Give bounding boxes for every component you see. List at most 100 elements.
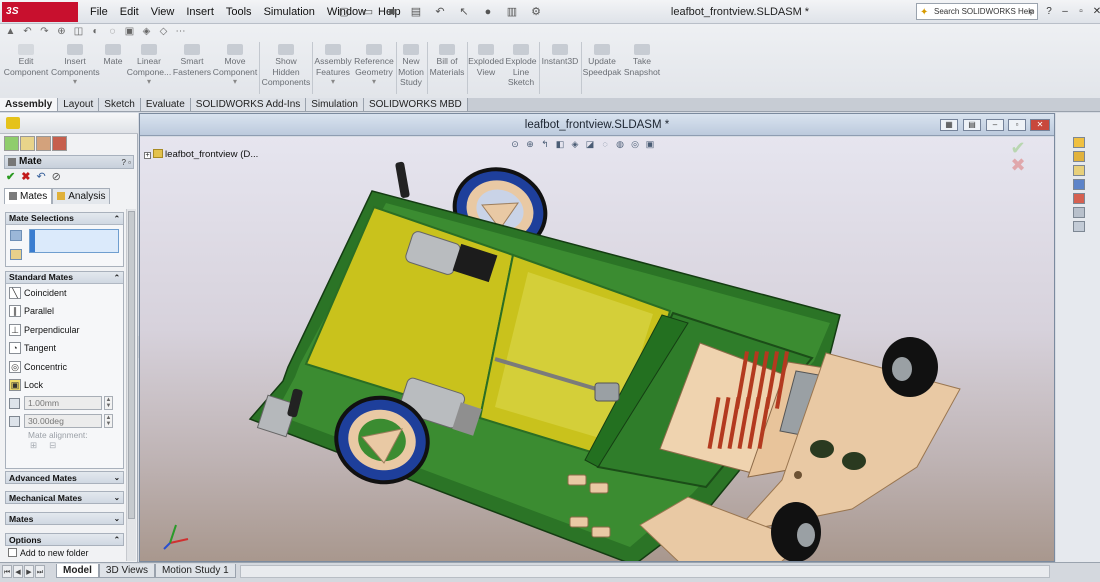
assembly-home-icon[interactable] (6, 117, 20, 129)
front-right-caster[interactable] (882, 337, 938, 397)
select-filter-icon[interactable]: ▲ (2, 26, 19, 42)
save-icon[interactable]: ■ (381, 3, 403, 21)
redo-small-icon[interactable]: ↷ (36, 26, 53, 42)
menu-simulation[interactable]: Simulation (258, 0, 321, 24)
distance-spinner[interactable]: ▲ ▼ (104, 396, 113, 411)
prev-tab-icon[interactable]: ◀ (13, 565, 23, 578)
entities-to-mate-list[interactable] (29, 229, 119, 253)
solidworks-resources-icon[interactable] (1073, 137, 1085, 148)
appearances-icon[interactable] (1073, 193, 1085, 204)
help-search-input[interactable]: ✦ Search SOLIDWORKS Help ⌕ (916, 3, 1038, 20)
search-icon[interactable]: ⌕ (1028, 4, 1034, 19)
chevron-down-icon[interactable]: ▾ (126, 77, 172, 88)
section-small-icon[interactable]: ▣ (121, 26, 138, 42)
mate-tangent[interactable]: ◔ Tangent (6, 339, 123, 357)
chevron-down-icon[interactable]: ▾ (313, 77, 353, 88)
mate-lock[interactable]: ▣ Lock (6, 376, 123, 394)
leafbot-model[interactable] (140, 137, 1054, 562)
tab-mates[interactable]: Mates (4, 188, 53, 204)
collapse-icon[interactable]: ⌃ (114, 213, 120, 224)
file-explorer-icon[interactable] (1073, 165, 1085, 176)
scrollbar-thumb[interactable] (128, 211, 135, 519)
new-motion-study-button[interactable]: New Motion Study (396, 44, 426, 88)
first-tab-icon[interactable]: ⏮ (2, 565, 12, 578)
menu-tools[interactable]: Tools (220, 0, 258, 24)
chevron-down-icon[interactable]: ▾ (51, 77, 99, 88)
menu-edit[interactable]: Edit (114, 0, 145, 24)
reference-geometry-button[interactable]: Reference Geometry ▾ (353, 44, 395, 88)
angle-spinner[interactable]: ▲ ▼ (104, 414, 113, 429)
mate-button[interactable]: Mate (100, 44, 126, 67)
collapse-icon[interactable]: ⌃ (114, 534, 120, 546)
rebuild-icon[interactable]: ● (477, 3, 499, 21)
select-icon[interactable]: ↖ (453, 3, 475, 21)
model-scene[interactable]: ⊙ ⊕ ↰ ◧ ◈ ◪ ◌ ◍ ◎ ▣ + leafbot_frontview (… (140, 137, 1054, 562)
chevron-down-icon[interactable]: ▾ (353, 77, 395, 88)
angle-input[interactable] (24, 414, 102, 429)
help-button[interactable]: ? ▫ (121, 157, 131, 169)
cancel-x-icon[interactable]: ✖ (21, 170, 30, 184)
more-small-icon[interactable]: ⋯ (172, 26, 189, 42)
bill-of-materials-button[interactable]: Bill of Materials (428, 44, 466, 77)
appearance-small-icon[interactable]: ◈ (138, 26, 155, 42)
update-speedpak-button[interactable]: Update Speedpak (582, 44, 622, 77)
undo-small-icon[interactable]: ↶ (19, 26, 36, 42)
tab-3d-views[interactable]: 3D Views (98, 564, 155, 578)
aligned-icon[interactable]: ⊞ (30, 440, 37, 450)
tab-motion-study[interactable]: Motion Study 1 (154, 564, 236, 578)
chevron-down-icon[interactable]: ▾ (212, 77, 258, 88)
new-document-icon[interactable]: ▢ (333, 3, 355, 21)
front-left-caster[interactable] (771, 502, 821, 562)
checkbox-box[interactable] (8, 548, 17, 557)
menu-insert[interactable]: Insert (180, 0, 220, 24)
expand-icon[interactable]: ⌄ (114, 492, 120, 504)
tab-model[interactable]: Model (56, 564, 99, 578)
menu-file[interactable]: File (84, 0, 114, 24)
exploded-view-button[interactable]: Exploded View (468, 44, 504, 77)
explode-line-sketch-button[interactable]: Explode Line Sketch (504, 44, 538, 88)
help-icon[interactable]: ? (1042, 3, 1056, 20)
pin-icon[interactable]: ⊘ (52, 170, 61, 184)
tab-sketch[interactable]: Sketch (99, 98, 141, 111)
next-tab-icon[interactable]: ▶ (24, 565, 34, 578)
window-minimize-icon[interactable]: – (986, 119, 1004, 131)
mate-coincident[interactable]: ╲ Coincident (6, 284, 123, 302)
feature-tree-tab-icon[interactable] (4, 136, 19, 151)
standard-mates-header[interactable]: Standard Mates ⌃ (6, 272, 123, 284)
solidworks-logo[interactable]: 3S SOLIDWORKS (2, 2, 78, 37)
horizontal-scrollbar[interactable] (240, 565, 1050, 578)
open-icon[interactable]: ▭ (357, 3, 379, 21)
cascade-window-icon[interactable]: ▤ (963, 119, 981, 131)
mate-perpendicular[interactable]: ⊥ Perpendicular (6, 321, 123, 339)
linear-pattern-button[interactable]: Linear Compone... ▾ (126, 44, 172, 88)
instant3d-button[interactable]: Instant3D (540, 44, 580, 67)
smart-fasteners-button[interactable]: Smart Fasteners (172, 44, 212, 77)
tab-analysis[interactable]: Analysis (52, 188, 111, 204)
insert-components-button[interactable]: Insert Components ▾ (51, 44, 100, 88)
take-snapshot-button[interactable]: Take Snapshot (622, 44, 662, 77)
scene-small-icon[interactable]: ◇ (155, 26, 172, 42)
show-hidden-components-button[interactable]: Show Hidden Components (260, 44, 312, 88)
tab-mbd[interactable]: SOLIDWORKS MBD (363, 98, 468, 111)
view-small-icon[interactable]: ◫ (70, 26, 87, 42)
forum-icon[interactable] (1073, 221, 1085, 232)
mechanical-mates-header[interactable]: Mechanical Mates ⌄ (5, 491, 124, 504)
undo-icon[interactable]: ↶ (429, 3, 451, 21)
mate-selections-header[interactable]: Mate Selections ⌃ (6, 213, 123, 225)
zoom-small-icon[interactable]: ⊕ (53, 26, 70, 42)
minimize-icon[interactable]: – (1058, 3, 1072, 20)
move-component-button[interactable]: Move Component ▾ (212, 44, 258, 88)
anti-aligned-icon[interactable]: ⊟ (49, 440, 56, 450)
mates-header[interactable]: Mates ⌄ (5, 512, 124, 525)
edit-component-button[interactable]: Edit Component (3, 44, 49, 77)
tab-layout[interactable]: Layout (58, 98, 100, 111)
file-properties-icon[interactable]: ▥ (501, 3, 523, 21)
assembly-features-button[interactable]: Assembly Features ▾ (313, 44, 353, 88)
expand-icon[interactable]: ⌄ (114, 513, 120, 525)
property-manager-scrollbar[interactable] (126, 209, 136, 561)
view-palette-icon[interactable] (1073, 179, 1085, 190)
options-icon[interactable]: ⚙ (525, 3, 547, 21)
hide-small-icon[interactable]: ◌ (104, 26, 121, 42)
tab-simulation[interactable]: Simulation (306, 98, 364, 111)
add-to-new-folder-checkbox[interactable]: Add to new folder (8, 548, 88, 558)
